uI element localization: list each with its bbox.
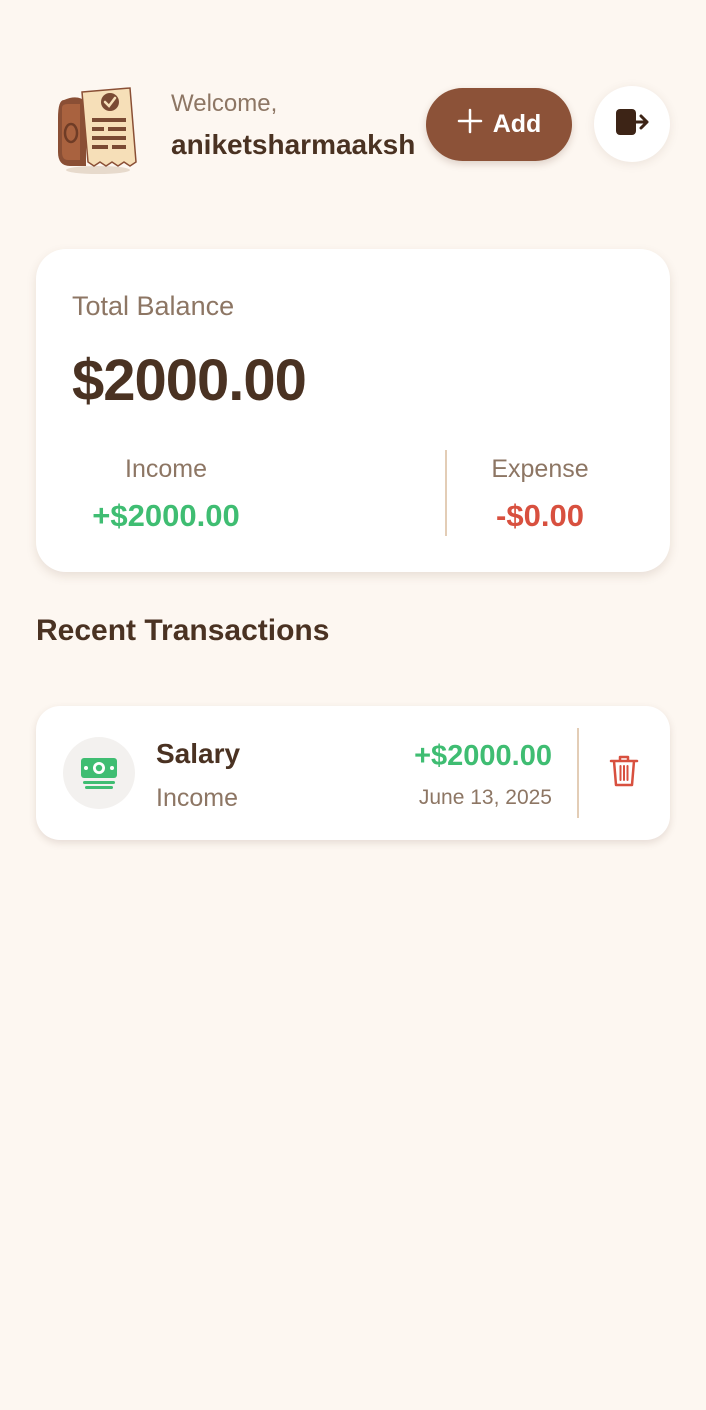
income-value: +$2000.00 [92,498,240,533]
dashboard-screen: Welcome, aniketsharmaaksh Add Total Bala… [0,0,706,1410]
total-balance-label: Total Balance [72,291,235,321]
add-transaction-button[interactable]: Add [426,88,572,161]
expense-label: Expense [491,455,589,483]
summary-divider [445,450,447,536]
income-label: Income [125,455,207,483]
transaction-item[interactable]: Salary Income +$2000.00 June 13, 2025 [36,706,670,840]
expense-value: -$0.00 [496,498,584,533]
receipt-logo-icon [56,78,140,174]
transaction-divider [577,728,579,818]
plus-icon [457,106,483,140]
trash-icon [609,754,639,793]
recent-transactions-title: Recent Transactions [36,614,330,647]
income-summary: Income +$2000.00 [76,455,256,534]
logout-icon [614,107,650,142]
transaction-amount: +$2000.00 [414,740,552,772]
transaction-date: June 13, 2025 [418,786,552,809]
transaction-category: Income [156,784,238,812]
total-balance-amount: $2000.00 [72,348,307,413]
delete-transaction-button[interactable] [604,752,644,794]
transaction-name: Salary [156,738,241,769]
add-button-label: Add [492,110,542,138]
balance-card: Total Balance $2000.00 Income +$2000.00 … [36,249,670,572]
money-icon [63,737,135,809]
username-label: aniketsharmaaksh [171,129,416,160]
header: Welcome, aniketsharmaaksh Add [52,78,670,174]
welcome-label: Welcome, [171,90,278,117]
logout-button[interactable] [594,86,670,162]
expense-summary: Expense -$0.00 [466,455,614,534]
